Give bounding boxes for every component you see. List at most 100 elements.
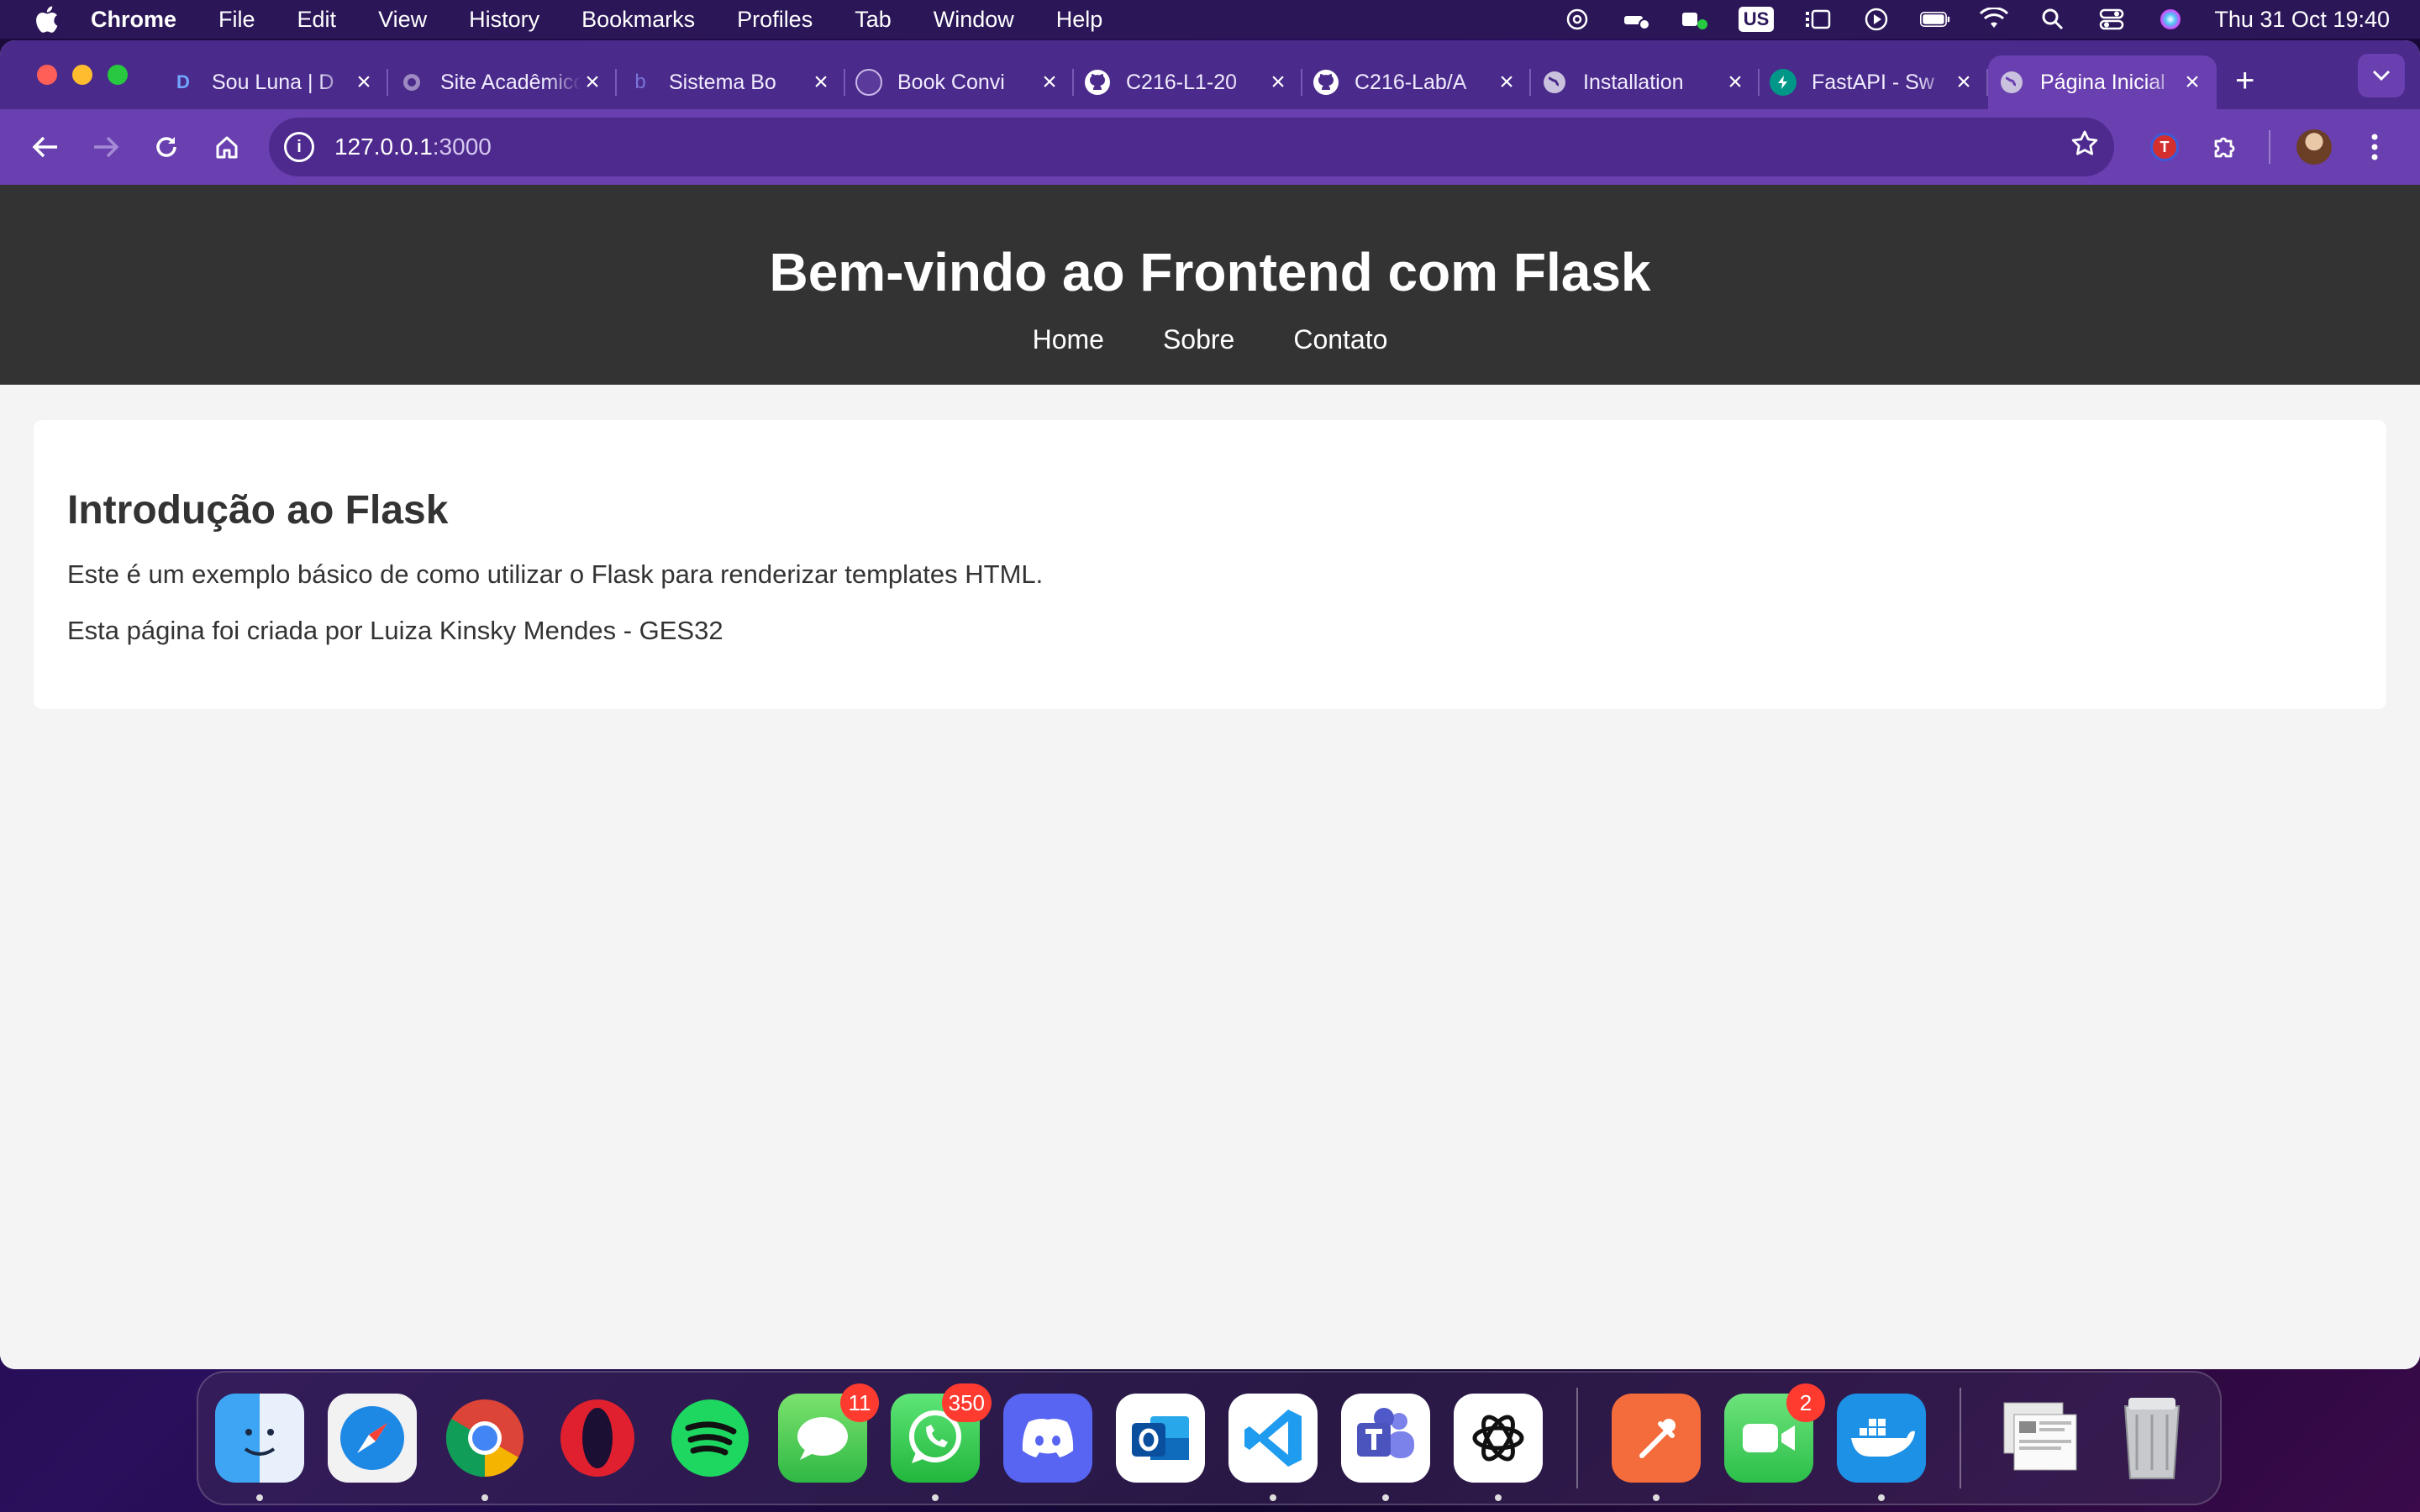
home-button[interactable] [197,117,257,177]
close-tab-icon[interactable]: × [2181,70,2203,95]
tab-sistema[interactable]: b Sistema Bo × [617,55,845,109]
close-tab-icon[interactable]: × [353,70,375,95]
running-indicator [932,1494,939,1501]
dock-opera[interactable] [553,1394,642,1483]
spotify-icon [671,1399,749,1477]
close-tab-icon[interactable]: × [1724,70,1746,95]
finder-icon [244,1429,276,1456]
macos-dock: 11 350 2 [197,1371,2222,1505]
back-button[interactable] [15,117,76,177]
close-tab-icon[interactable]: × [810,70,832,95]
tab-book[interactable]: Book Convi × [845,55,1074,109]
tab-site-academico[interactable]: Site Acadêmico × [388,55,617,109]
dock-downloads-stack[interactable] [1995,1394,2084,1483]
stage-manager-icon[interactable] [1802,7,1833,32]
docker-status-icon[interactable] [1621,7,1651,32]
dock-outlook[interactable] [1116,1394,1205,1483]
apple-menu-icon[interactable] [34,5,59,34]
running-indicator [1653,1494,1660,1501]
dock-discord[interactable] [1003,1394,1092,1483]
forward-button[interactable] [76,117,136,177]
dock-chatgpt[interactable] [1454,1394,1543,1501]
tab-pagina-inicial[interactable]: Página Inicial × [1988,55,2217,109]
site-header: Bem-vindo ao Frontend com Flask Home Sob… [0,185,2420,385]
nav-link-contato[interactable]: Contato [1293,324,1387,355]
extensions-puzzle-icon[interactable] [2195,117,2255,177]
close-window-button[interactable] [37,65,57,85]
siri-icon[interactable] [2155,7,2186,32]
tab-github-c216-lab[interactable]: C216-Lab/A × [1302,55,1531,109]
dock-teams[interactable] [1341,1394,1430,1501]
chatgpt-status-icon[interactable] [1562,7,1592,32]
site-info-icon[interactable]: i [284,132,314,162]
dock-safari[interactable] [328,1394,417,1483]
dock-separator [1960,1388,1961,1488]
url-port: :3000 [432,134,492,160]
address-bar[interactable]: i 127.0.0.1:3000 [269,118,2114,176]
opera-icon [560,1399,634,1477]
menu-profiles[interactable]: Profiles [737,7,813,33]
spotlight-search-icon[interactable] [2038,7,2068,32]
url-host: 127.0.0.1 [334,134,433,160]
close-tab-icon[interactable]: × [1496,70,1518,95]
tab-title: Site Acadêmico [440,70,581,94]
bookmark-star-icon[interactable] [2070,129,2099,165]
teams-status-icon[interactable] [1680,7,1710,32]
menu-view[interactable]: View [378,7,427,33]
window-controls [37,65,128,85]
dock-finder[interactable] [215,1394,304,1501]
close-tab-icon[interactable]: × [581,70,603,95]
chrome-menu-button[interactable] [2344,117,2405,177]
nav-link-home[interactable]: Home [1033,324,1104,355]
dock-postman[interactable] [1612,1394,1701,1501]
arrow-right-icon [94,136,119,158]
extension-translate-icon[interactable]: T [2134,117,2195,177]
play-icon[interactable] [1861,7,1891,32]
dock-trash[interactable] [2107,1394,2196,1483]
zoom-window-button[interactable] [108,65,128,85]
new-tab-button[interactable]: + [2235,62,2254,100]
wifi-icon[interactable] [1979,7,2009,32]
dock-separator [1576,1388,1578,1488]
globe-icon [1541,69,1568,96]
menu-app-name[interactable]: Chrome [91,7,176,33]
tab-sou-luna[interactable]: D Sou Luna | D × [160,55,388,109]
dock-docker[interactable] [1837,1394,1926,1501]
close-tab-icon[interactable]: × [1953,70,1975,95]
menu-edit[interactable]: Edit [297,7,337,33]
menu-history[interactable]: History [469,7,539,33]
dock-vscode[interactable] [1228,1394,1318,1501]
dock-messages[interactable]: 11 [778,1383,879,1483]
safari-icon [340,1406,404,1470]
menu-help[interactable]: Help [1056,7,1103,33]
menu-file[interactable]: File [218,7,255,33]
tab-title: Página Inicial [2040,70,2165,94]
dock-whatsapp[interactable]: 350 [891,1383,992,1501]
battery-icon[interactable] [1920,7,1950,32]
reload-icon [156,137,176,157]
running-indicator [256,1494,263,1501]
control-center-icon[interactable] [2096,7,2127,32]
close-tab-icon[interactable]: × [1039,70,1060,95]
discord-icon [1022,1419,1074,1457]
tab-fastapi[interactable]: FastAPI - Sw × [1760,55,1988,109]
profile-avatar-button[interactable] [2284,117,2344,177]
reload-button[interactable] [136,117,197,177]
minimize-window-button[interactable] [72,65,92,85]
menu-bookmarks[interactable]: Bookmarks [581,7,695,33]
dock-spotify[interactable] [666,1394,755,1483]
dock-chrome[interactable] [440,1394,529,1501]
tab-search-button[interactable] [2358,54,2405,97]
close-tab-icon[interactable]: × [1267,70,1289,95]
running-indicator [1382,1494,1389,1501]
dock-facetime[interactable]: 2 [1724,1383,1825,1483]
menu-tab[interactable]: Tab [855,7,892,33]
tab-installation[interactable]: Installation × [1531,55,1760,109]
tab-github-c216-l1[interactable]: C216-L1-20 × [1074,55,1302,109]
trash-icon [2123,1398,2181,1479]
menubar-clock[interactable]: Thu 31 Oct 19:40 [2214,7,2390,33]
menu-window[interactable]: Window [934,7,1014,33]
nav-link-sobre[interactable]: Sobre [1163,324,1234,355]
notification-badge: 2 [1786,1383,1825,1422]
input-source-badge[interactable]: US [1738,7,1775,32]
